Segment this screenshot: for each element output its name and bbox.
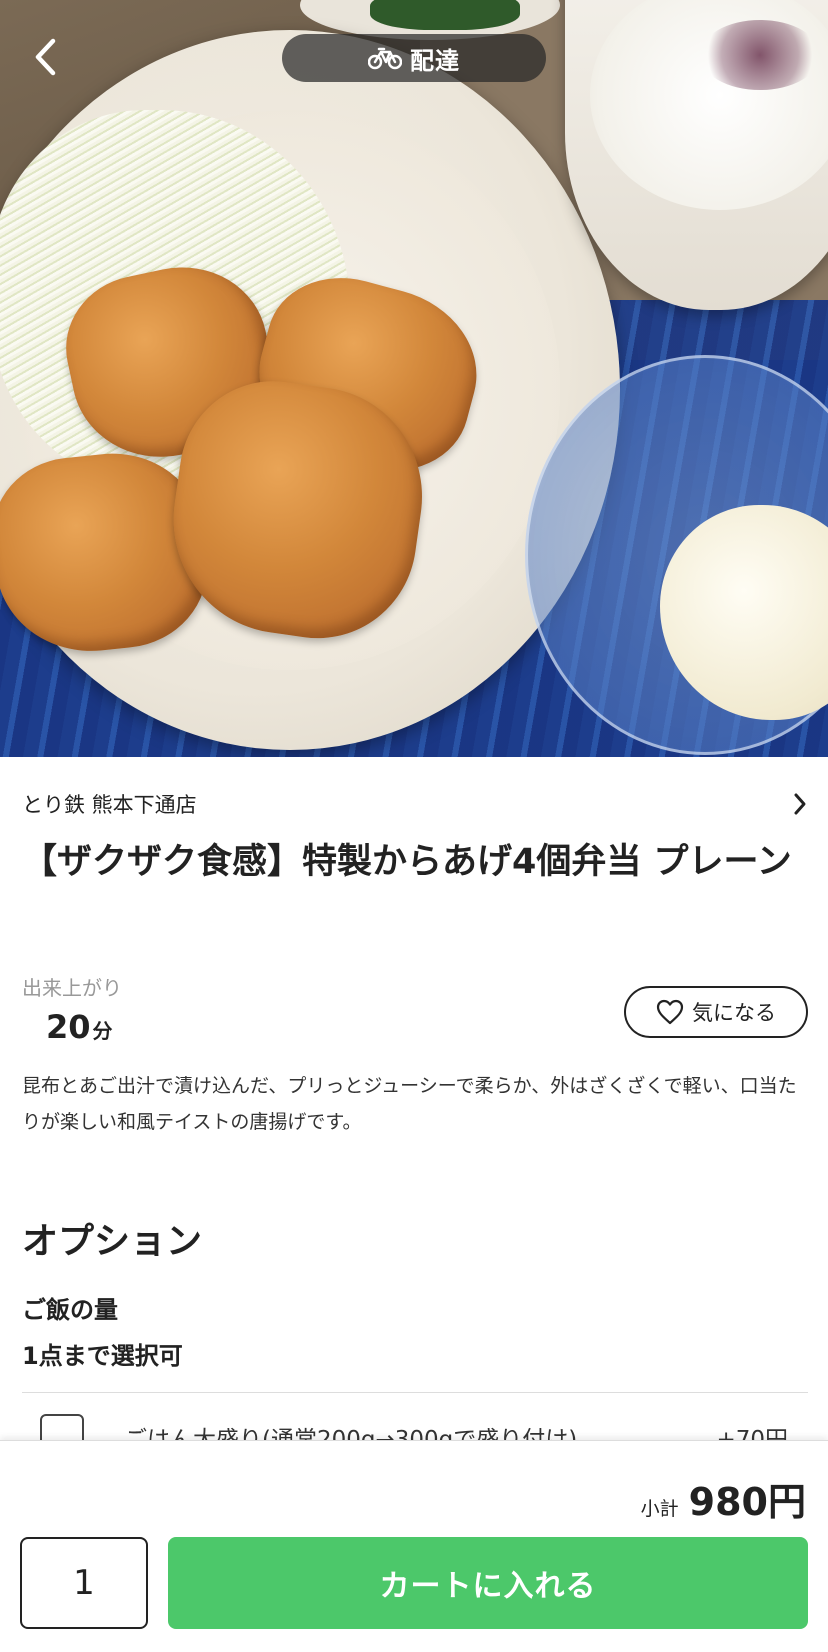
chevron-left-icon [35,38,56,76]
favorite-button[interactable]: 気になる [624,986,808,1038]
favorite-label: 気になる [692,1001,776,1025]
chevron-right-icon [794,793,806,815]
option-group-rule: 1点まで選択可 [22,1342,183,1370]
shop-link[interactable]: とり鉄 熊本下通店 [22,784,808,824]
ready-time: 20 分 [46,1008,113,1046]
item-title: 【ザクザク食感】特製からあげ4個弁当 プレーン [22,842,792,882]
product-photo: 配達 [0,0,828,757]
subtotal-label: 小計 [640,1498,679,1520]
bottom-action-bar: 小計 980円 1 カートに入れる [0,1440,828,1652]
add-to-cart-button[interactable]: カートに入れる [168,1537,808,1629]
options-heading: オプション [22,1221,203,1262]
furikake [700,20,820,90]
ready-time-unit: 分 [92,1019,113,1043]
back-button[interactable] [26,34,66,80]
ready-time-value: 20 [46,1008,91,1046]
shop-name: とり鉄 熊本下通店 [22,793,197,817]
option-group-title: ご飯の量 [22,1296,118,1324]
divider [22,1392,808,1393]
quantity-selector[interactable]: 1 [20,1537,148,1629]
item-description: 昆布とあご出汁で漬け込んだ、プリっとジューシーで柔らか、外はざくざくで軽い、口当… [22,1075,797,1133]
delivery-label: 配達 [410,46,460,75]
bicycle-icon [368,47,402,70]
delivery-mode-pill[interactable]: 配達 [282,34,546,82]
subtotal-value: 980円 [688,1480,806,1524]
ready-time-label: 出来上がり [22,976,122,1000]
heart-icon [656,999,684,1025]
subtotal: 小計 980円 [641,1471,806,1526]
